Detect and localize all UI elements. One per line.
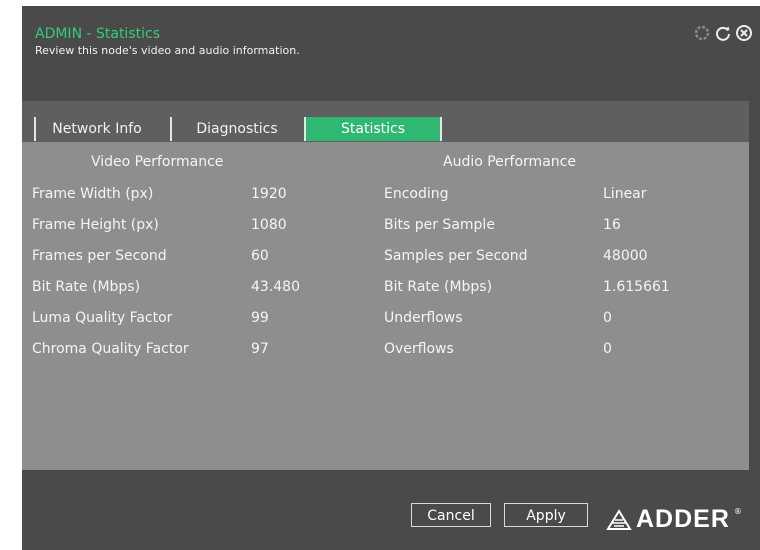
audio-row-value: 1.615661: [603, 279, 670, 295]
video-row-value: 97: [251, 341, 269, 357]
video-row-value: 99: [251, 310, 269, 326]
video-row-value: 1080: [251, 217, 287, 233]
close-icon[interactable]: [734, 23, 754, 43]
cancel-button[interactable]: Cancel: [411, 503, 491, 527]
adder-logo-icon: [606, 508, 632, 530]
video-row-label: Luma Quality Factor: [32, 310, 173, 326]
tab-diagnostics[interactable]: Diagnostics: [182, 117, 292, 141]
tab-divider: [440, 117, 442, 141]
tab-statistics[interactable]: Statistics: [306, 117, 440, 141]
window-controls: [692, 23, 754, 43]
gear-icon[interactable]: [692, 23, 712, 43]
refresh-icon[interactable]: [713, 23, 733, 43]
audio-row-value: 48000: [603, 248, 648, 264]
tab-bar: Network Info Diagnostics Statistics: [22, 101, 749, 142]
audio-row-label: Overflows: [384, 341, 454, 357]
audio-row-value: 16: [603, 217, 621, 233]
video-row-label: Frame Height (px): [32, 217, 159, 233]
admin-panel: ADMIN - Statistics Review this node's vi…: [22, 6, 760, 550]
audio-row-label: Underflows: [384, 310, 463, 326]
tab-network-info[interactable]: Network Info: [38, 117, 156, 141]
video-row-label: Chroma Quality Factor: [32, 341, 189, 357]
brand-name: ADDER: [636, 505, 730, 533]
statistics-content: Video Performance Audio Performance Fram…: [22, 142, 749, 470]
audio-row-label: Bit Rate (Mbps): [384, 279, 493, 295]
video-row-value: 60: [251, 248, 269, 264]
tab-divider: [34, 117, 36, 141]
audio-row-label: Samples per Second: [384, 248, 528, 264]
video-row-value: 1920: [251, 186, 287, 202]
audio-row-label: Bits per Sample: [384, 217, 495, 233]
tab-divider: [170, 117, 172, 141]
video-row-value: 43.480: [251, 279, 300, 295]
audio-row-value: 0: [603, 341, 612, 357]
video-row-label: Frame Width (px): [32, 186, 154, 202]
page-subtitle: Review this node's video and audio infor…: [35, 44, 300, 57]
video-row-label: Frames per Second: [32, 248, 167, 264]
video-row-label: Bit Rate (Mbps): [32, 279, 141, 295]
audio-row-value: 0: [603, 310, 612, 326]
audio-row-label: Encoding: [384, 186, 449, 202]
apply-button[interactable]: Apply: [504, 503, 588, 527]
page-title: ADMIN - Statistics: [35, 26, 160, 42]
audio-row-value: Linear: [603, 186, 647, 202]
registered-mark: ®: [733, 507, 742, 516]
adder-logo: ADDER ®: [606, 505, 742, 534]
video-performance-heading: Video Performance: [91, 154, 224, 170]
audio-performance-heading: Audio Performance: [443, 154, 576, 170]
